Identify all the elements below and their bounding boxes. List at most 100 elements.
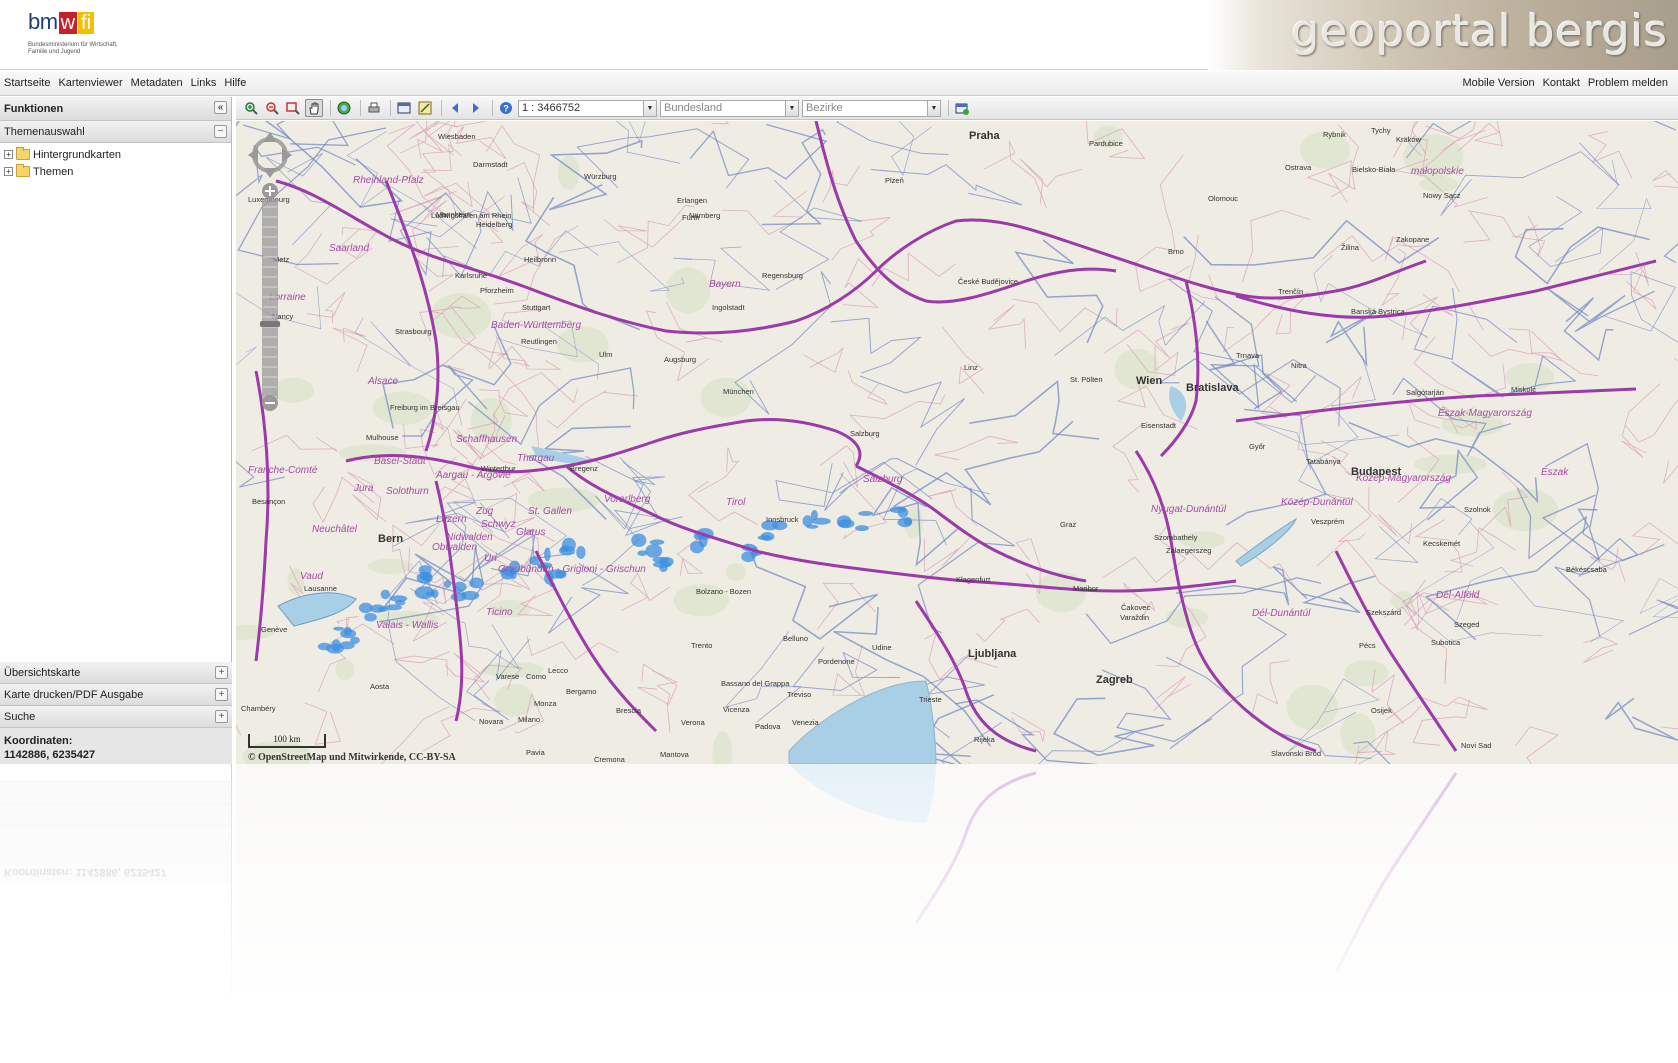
city-label: Novara	[479, 717, 504, 726]
zoom-slider-track[interactable]	[262, 199, 278, 399]
print-icon[interactable]	[365, 99, 383, 117]
city-label: Bregenz	[570, 464, 598, 473]
previous-extent-icon[interactable]	[446, 99, 464, 117]
tree-node-hintergrundkarten[interactable]: + Hintergrundkarten	[4, 146, 227, 163]
menu-item-problem-melden[interactable]: Problem melden	[1588, 77, 1668, 89]
map-canvas[interactable]: PrahaWienBratislavaBudapestLjubljanaZagr…	[236, 121, 1678, 764]
pan-hand-icon[interactable]	[305, 99, 323, 117]
funktionen-title: Funktionen	[4, 103, 64, 115]
scale-bar: 100 km	[248, 734, 326, 748]
bundesland-placeholder: Bundesland	[664, 101, 723, 114]
zoom-control[interactable]	[248, 129, 292, 414]
region-label: Glarus	[516, 527, 545, 538]
region-label: Uri	[484, 553, 498, 564]
zoom-rectangle-icon[interactable]	[284, 99, 302, 117]
city-label: Miskolc	[1511, 385, 1536, 394]
zoom-in-icon[interactable]	[262, 183, 278, 199]
tree-node-themen[interactable]: + Themen	[4, 163, 227, 180]
city-label: Plzeň	[885, 176, 904, 185]
scale-select[interactable]: 1 : 3466752 ▼	[518, 99, 657, 117]
forest-patch	[367, 558, 414, 574]
menu-item-links[interactable]: Links	[191, 77, 217, 89]
glacier	[444, 580, 451, 588]
bundesland-select[interactable]: Bundesland ▼	[660, 99, 799, 117]
city-label: Ulm	[599, 350, 612, 359]
region-label: Nyugat-Dunántúl	[1151, 504, 1227, 515]
pan-control-icon[interactable]	[248, 132, 292, 178]
city-label: Stuttgart	[522, 303, 551, 312]
chevron-down-icon[interactable]: ▼	[785, 100, 798, 116]
sidebar-reflection: Koordinaten: 1142886, 6235427	[0, 764, 232, 1063]
panel-label: Karte drucken/PDF Ausgabe	[4, 689, 144, 701]
panel-suche[interactable]: Suche +	[0, 706, 232, 728]
city-label: Salgótarján	[1406, 388, 1444, 397]
city-label: Veszprém	[1311, 517, 1344, 526]
bezirke-select[interactable]: Bezirke ▼	[802, 99, 941, 117]
collapse-themenauswahl-button[interactable]: −	[214, 125, 227, 138]
region-label: Thurgau	[517, 453, 555, 464]
city-label: St. Pölten	[1070, 375, 1103, 384]
panel-uebersichtskarte[interactable]: Übersichtskarte +	[0, 662, 232, 684]
city-label: Bern	[378, 533, 403, 545]
next-extent-icon[interactable]	[467, 99, 485, 117]
tree-node-label: Themen	[33, 165, 74, 178]
bmwfj-logo[interactable]: bm w fi Bundesministerium für Wirtschaft, …	[28, 10, 138, 62]
menu-item-mobile-version[interactable]: Mobile Version	[1462, 77, 1534, 89]
menu-item-kontakt[interactable]: Kontakt	[1543, 77, 1580, 89]
themenauswahl-header[interactable]: Themenauswahl −	[0, 121, 231, 143]
city-label: Erlangen	[677, 196, 707, 205]
city-label: Monza	[534, 699, 557, 708]
forest-patch	[1414, 454, 1487, 474]
city-label: Slavonski Brod	[1271, 749, 1321, 758]
collapse-sidebar-button[interactable]: «	[214, 101, 227, 114]
city-label: Tatabánya	[1306, 457, 1341, 466]
map-viewport[interactable]: Praha Wien Bratislava Budapest Ljubljana Zagr…	[236, 121, 1678, 764]
chevron-down-icon[interactable]: ▼	[927, 100, 940, 116]
menu-item-hilfe[interactable]: Hilfe	[224, 77, 246, 89]
city-label: Lausanne	[304, 584, 337, 593]
glacier	[380, 589, 390, 600]
menu-item-kartenviewer[interactable]: Kartenviewer	[58, 77, 122, 89]
city-label: Zagreb	[1096, 674, 1133, 686]
glacier	[645, 544, 663, 558]
glacier	[395, 599, 406, 606]
city-label: Vicenza	[723, 705, 750, 714]
zoom-slider-handle[interactable]	[260, 321, 280, 327]
expand-icon[interactable]: +	[4, 167, 13, 176]
main-menu: Startseite Kartenviewer Metadaten Links …	[4, 77, 246, 89]
glacier	[544, 547, 551, 562]
zoom-out-box-icon[interactable]	[263, 99, 281, 117]
chevron-down-icon[interactable]: ▼	[643, 100, 656, 116]
expand-panel-button[interactable]: +	[215, 688, 228, 701]
panel-karte-drucken[interactable]: Karte drucken/PDF Ausgabe +	[0, 684, 232, 706]
map-export-icon[interactable]	[395, 99, 413, 117]
coordinates-panel: Koordinaten: 1142886, 6235427	[0, 727, 232, 764]
panel-label: Übersichtskarte	[4, 667, 81, 679]
city-label: Kraków	[1396, 135, 1422, 144]
toolbar-separator	[492, 100, 493, 116]
full-extent-icon[interactable]	[335, 99, 353, 117]
expand-icon[interactable]: +	[4, 150, 13, 159]
region-label: Zug	[475, 506, 494, 517]
add-layer-icon[interactable]	[953, 99, 971, 117]
glacier	[837, 519, 855, 529]
expand-panel-button[interactable]: +	[215, 666, 228, 679]
zoom-out-icon[interactable]	[262, 395, 278, 411]
expand-panel-button[interactable]: +	[215, 710, 228, 723]
help-icon[interactable]: ?	[497, 99, 515, 117]
city-label: Reutlingen	[521, 337, 557, 346]
menu-item-metadaten[interactable]: Metadaten	[131, 77, 183, 89]
zoom-in-box-icon[interactable]	[242, 99, 260, 117]
measure-icon[interactable]	[416, 99, 434, 117]
menu-item-startseite[interactable]: Startseite	[4, 77, 50, 89]
city-label: Klagenfurt	[956, 575, 991, 584]
city-label: Novi Sad	[1461, 741, 1491, 750]
bottom-panels: Übersichtskarte + Karte drucken/PDF Ausg…	[0, 662, 232, 728]
city-label: Bielsko-Biała	[1352, 165, 1396, 174]
glacier	[903, 517, 913, 526]
map-attribution[interactable]: © OpenStreetMap und Mitwirkende, CC-BY-S…	[248, 752, 456, 763]
city-label: České Budějovice	[958, 277, 1018, 286]
city-label: München	[723, 387, 754, 396]
city-label: Chambéry	[241, 704, 276, 713]
city-label: Zakopane	[1396, 235, 1429, 244]
